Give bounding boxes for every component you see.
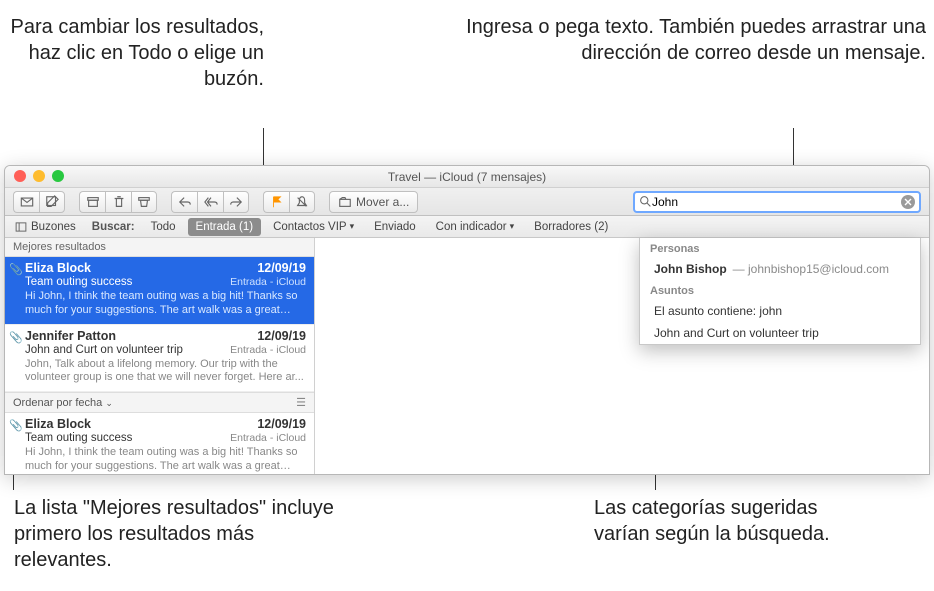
zoom-window-button[interactable] bbox=[52, 170, 64, 182]
search-suggestions-dropdown: Personas John Bishop — johnbishop15@iclo… bbox=[639, 238, 921, 345]
dropdown-people-header: Personas bbox=[640, 238, 920, 258]
compose-button[interactable] bbox=[39, 191, 65, 213]
window-controls bbox=[14, 170, 64, 182]
filter-flagged-button[interactable]: Con indicador▾ bbox=[426, 216, 525, 237]
move-icon bbox=[338, 195, 352, 209]
archive-button[interactable] bbox=[79, 191, 105, 213]
message-mailbox: Entrada - iCloud bbox=[230, 276, 306, 288]
mail-window: Travel — iCloud (7 mensajes) bbox=[4, 165, 930, 475]
clear-search-button[interactable] bbox=[901, 195, 915, 209]
message-mailbox: Entrada - iCloud bbox=[230, 344, 306, 356]
search-input[interactable] bbox=[652, 195, 901, 209]
suggestion-person-email-value: johnbishop15@icloud.com bbox=[748, 262, 889, 276]
forward-button[interactable] bbox=[223, 191, 249, 213]
message-sender: Eliza Block bbox=[25, 261, 91, 275]
mailboxes-label: Buzones bbox=[31, 221, 76, 233]
filter-drafts-button[interactable]: Borradores (2) bbox=[524, 216, 618, 237]
titlebar: Travel — iCloud (7 mensajes) bbox=[5, 166, 929, 188]
attachment-icon: 📎 bbox=[9, 331, 23, 344]
filter-vip-button[interactable]: Contactos VIP▾ bbox=[263, 216, 364, 237]
message-list: Mejores resultados 📎 Eliza Block 12/09/1… bbox=[5, 238, 315, 474]
reply-button[interactable] bbox=[171, 191, 197, 213]
reply-all-icon bbox=[204, 195, 218, 209]
sidebar-icon bbox=[15, 221, 27, 233]
move-to-label: Mover a... bbox=[356, 195, 409, 209]
get-mail-button[interactable] bbox=[13, 191, 39, 213]
suggestion-subject-text: John and Curt on volunteer trip bbox=[654, 326, 819, 340]
search-filter-bar: Buzones Buscar: Todo Entrada (1) Contact… bbox=[5, 216, 929, 238]
close-icon bbox=[904, 198, 912, 206]
reply-all-button[interactable] bbox=[197, 191, 223, 213]
message-date: 12/09/19 bbox=[257, 417, 306, 431]
callout-bottom-right: Las categorías sugeridas varían según la… bbox=[594, 495, 874, 547]
message-mailbox: Entrada - iCloud bbox=[230, 432, 306, 444]
filter-inbox-label: Entrada (1) bbox=[196, 221, 254, 233]
filter-all-label: Todo bbox=[151, 221, 176, 233]
chevron-down-icon: ▾ bbox=[510, 221, 515, 232]
message-date: 12/09/19 bbox=[257, 329, 306, 343]
mute-icon bbox=[295, 195, 309, 209]
message-sender: Jennifer Patton bbox=[25, 329, 116, 343]
chevron-down-icon: ⌄ bbox=[105, 398, 113, 408]
callout-top-right: Ingresa o pega texto. También puedes arr… bbox=[446, 14, 926, 66]
callout-bottom-left: La lista "Mejores resultados" incluye pr… bbox=[14, 495, 354, 573]
message-item[interactable]: 📎 Eliza Block 12/09/19 Team outing succe… bbox=[5, 257, 314, 325]
filter-sent-button[interactable]: Enviado bbox=[364, 216, 426, 237]
toolbar: Mover a... bbox=[5, 188, 929, 216]
message-preview: Hi John, I think the team outing was a b… bbox=[25, 290, 306, 318]
chevron-down-icon: ▾ bbox=[350, 221, 355, 232]
minimize-window-button[interactable] bbox=[33, 170, 45, 182]
filter-drafts-label: Borradores (2) bbox=[534, 221, 608, 233]
attachment-icon: 📎 bbox=[9, 419, 23, 432]
filter-inbox-button[interactable]: Entrada (1) bbox=[188, 218, 262, 236]
filter-flagged-label: Con indicador bbox=[436, 221, 507, 233]
sort-row[interactable]: Ordenar por fecha ⌄ ☰ bbox=[5, 392, 314, 413]
trash-icon bbox=[112, 195, 126, 209]
message-subject: Team outing success bbox=[25, 432, 132, 444]
best-results-header: Mejores resultados bbox=[5, 238, 314, 257]
filter-icon[interactable]: ☰ bbox=[296, 396, 306, 409]
mailboxes-button[interactable]: Buzones bbox=[5, 216, 86, 237]
flag-icon bbox=[270, 195, 284, 209]
archive-icon bbox=[86, 195, 100, 209]
callout-top-left: Para cambiar los resultados, haz clic en… bbox=[4, 14, 264, 92]
suggestion-subject-text: El asunto contiene: john bbox=[654, 304, 782, 318]
junk-button[interactable] bbox=[131, 191, 157, 213]
message-item[interactable]: 📎 Jennifer Patton 12/09/19 John and Curt… bbox=[5, 325, 314, 393]
compose-icon bbox=[45, 195, 59, 209]
message-subject: John and Curt on volunteer trip bbox=[25, 344, 183, 356]
forward-icon bbox=[229, 195, 243, 209]
search-scope-label: Buscar: bbox=[86, 221, 141, 233]
search-icon bbox=[639, 195, 652, 208]
message-date: 12/09/19 bbox=[257, 261, 306, 275]
search-field[interactable] bbox=[633, 191, 921, 213]
dropdown-subjects-header: Asuntos bbox=[640, 280, 920, 300]
message-preview: Hi John, I think the team outing was a b… bbox=[25, 446, 306, 474]
window-title: Travel — iCloud (7 mensajes) bbox=[388, 170, 546, 184]
message-item[interactable]: 📎 Eliza Block 12/09/19 Team outing succe… bbox=[5, 413, 314, 474]
sort-label: Ordenar por fecha bbox=[13, 397, 102, 409]
reply-icon bbox=[178, 195, 192, 209]
suggestion-person[interactable]: John Bishop — johnbishop15@icloud.com bbox=[640, 258, 920, 280]
suggestion-subject[interactable]: John and Curt on volunteer trip bbox=[640, 322, 920, 344]
close-window-button[interactable] bbox=[14, 170, 26, 182]
envelope-icon bbox=[20, 195, 34, 209]
flag-button[interactable] bbox=[263, 191, 289, 213]
message-subject: Team outing success bbox=[25, 276, 132, 288]
mute-button[interactable] bbox=[289, 191, 315, 213]
filter-sent-label: Enviado bbox=[374, 221, 416, 233]
best-results-label: Mejores resultados bbox=[13, 241, 106, 253]
junk-icon bbox=[137, 195, 151, 209]
message-sender: Eliza Block bbox=[25, 417, 91, 431]
filter-all-button[interactable]: Todo bbox=[141, 216, 186, 237]
move-to-button[interactable]: Mover a... bbox=[329, 191, 418, 213]
suggestion-person-email: — johnbishop15@icloud.com bbox=[733, 262, 889, 276]
message-preview: John, Talk about a lifelong memory. Our … bbox=[25, 358, 306, 386]
suggestion-person-name: John Bishop bbox=[654, 262, 727, 276]
delete-button[interactable] bbox=[105, 191, 131, 213]
suggestion-subject[interactable]: El asunto contiene: john bbox=[640, 300, 920, 322]
message-content-area: Personas John Bishop — johnbishop15@iclo… bbox=[315, 238, 929, 474]
filter-vip-label: Contactos VIP bbox=[273, 221, 347, 233]
attachment-icon: 📎 bbox=[9, 263, 23, 276]
